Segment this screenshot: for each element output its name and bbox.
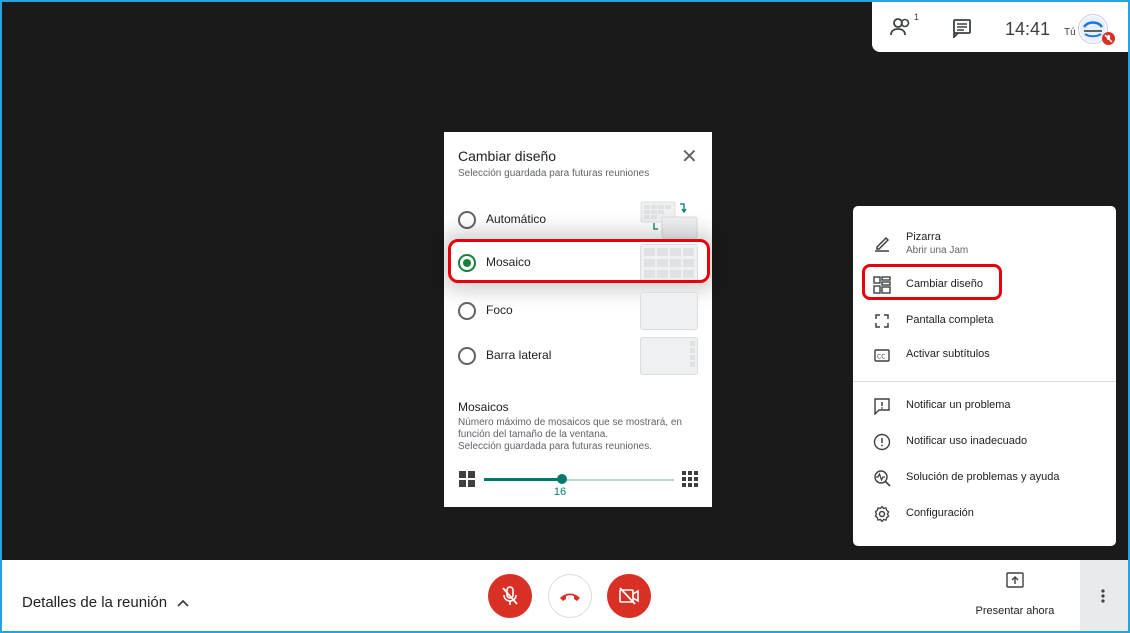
layout-option-auto[interactable]: Automático [444, 199, 712, 239]
tiles-slider-fill [484, 478, 562, 481]
menu-item-label: Solución de problemas y ayuda [906, 471, 1060, 483]
menu-item-settings[interactable]: Configuración [853, 497, 1116, 531]
tiles-description-line: Selección guardada para futuras reunione… [458, 441, 653, 452]
menu-item-label: Pantalla completa [906, 314, 994, 326]
top-info-bar: 1 14:41 Tú [872, 2, 1128, 52]
layout-option-focus[interactable]: Foco [444, 290, 712, 330]
troubleshoot-icon [873, 469, 891, 487]
change-layout-highlight-box [862, 264, 1002, 300]
more-vert-icon [1101, 589, 1105, 608]
mic-toggle-button[interactable] [488, 574, 532, 618]
menu-item-label: Pizarra [906, 231, 941, 243]
camera-toggle-button[interactable] [607, 574, 651, 618]
tiles-slider-handle[interactable] [556, 474, 567, 484]
participants-count: 1 [914, 12, 920, 22]
mosaic-highlight-box [448, 239, 710, 283]
menu-item-label: Notificar uso inadecuado [906, 435, 1028, 447]
present-screen-icon [1006, 572, 1024, 595]
clock-text: 14:41 [1005, 19, 1051, 39]
radio-auto[interactable] [458, 211, 476, 229]
you-label: Tú [1064, 27, 1076, 38]
option-label: Automático [486, 212, 547, 226]
present-now-label: Presentar ahora [975, 605, 1055, 617]
small-grid-icon [459, 471, 475, 492]
present-now-button[interactable]: Presentar ahora [970, 572, 1060, 622]
meeting-window: 1 14:41 Tú Cambiar diseño Selección guar… [0, 0, 1130, 633]
chevron-up-icon [177, 594, 189, 611]
change-layout-dialog: Cambiar diseño Selección guardada para f… [444, 132, 712, 507]
menu-item-report-problem[interactable]: Notificar un problema [853, 389, 1116, 423]
pen-icon [873, 234, 891, 252]
captions-icon: CC [873, 346, 891, 364]
svg-text:CC: CC [877, 354, 885, 361]
radio-focus[interactable] [458, 302, 476, 320]
camera-off-icon [618, 587, 640, 610]
tiles-description-line: Número máximo de mosaicos que se mostrar… [458, 417, 682, 428]
focus-layout-thumbnail [640, 292, 698, 330]
participants-icon[interactable] [890, 16, 916, 43]
more-options-button[interactable] [1080, 560, 1128, 631]
more-options-menu: Pizarra Abrir una Jam Cambiar diseño Pan… [853, 206, 1116, 546]
menu-item-label: Activar subtítulos [906, 348, 990, 360]
auto-layout-thumbnail [640, 201, 698, 239]
large-grid-icon [682, 471, 698, 492]
tiles-description-line: función del tamaño de la ventana. [458, 429, 609, 440]
leave-call-button[interactable] [548, 574, 592, 618]
sidebar-layout-thumbnail [640, 337, 698, 375]
menu-item-label: Notificar un problema [906, 399, 1011, 411]
tiles-slider-value: 16 [553, 486, 567, 498]
hang-up-icon [559, 590, 581, 608]
report-problem-icon [873, 397, 891, 416]
radio-sidebar[interactable] [458, 347, 476, 365]
report-abuse-icon [873, 433, 891, 451]
fullscreen-icon [873, 312, 891, 330]
menu-divider [853, 381, 1116, 382]
meeting-details-label: Detalles de la reunión [22, 594, 168, 611]
menu-item-sublabel: Abrir una Jam [906, 245, 969, 256]
dialog-title: Cambiar diseño [458, 148, 557, 164]
dialog-subtitle: Selección guardada para futuras reunione… [458, 168, 650, 179]
chat-icon[interactable] [952, 18, 972, 43]
menu-item-label: Configuración [906, 507, 974, 519]
menu-item-troubleshooting[interactable]: Solución de problemas y ayuda [853, 461, 1116, 495]
menu-item-captions[interactable]: CC Activar subtítulos [853, 338, 1116, 372]
menu-item-fullscreen[interactable]: Pantalla completa [853, 304, 1116, 338]
option-label: Barra lateral [486, 348, 552, 362]
menu-item-whiteboard[interactable]: Pizarra Abrir una Jam [853, 224, 1116, 264]
tiles-description: Número máximo de mosaicos que se mostrar… [458, 417, 703, 453]
mic-off-icon [501, 586, 519, 611]
menu-item-report-abuse[interactable]: Notificar uso inadecuado [853, 425, 1116, 459]
tiles-title: Mosaicos [458, 400, 509, 414]
muted-mic-icon [1102, 32, 1115, 45]
option-label: Foco [486, 303, 513, 317]
meeting-details-button[interactable]: Detalles de la reunión [22, 594, 189, 611]
close-icon[interactable]: ✕ [681, 147, 698, 167]
layout-option-sidebar[interactable]: Barra lateral [444, 335, 712, 375]
bottom-control-bar: Detalles de la reunión Presentar ahora [2, 560, 1128, 631]
settings-icon [873, 505, 891, 523]
